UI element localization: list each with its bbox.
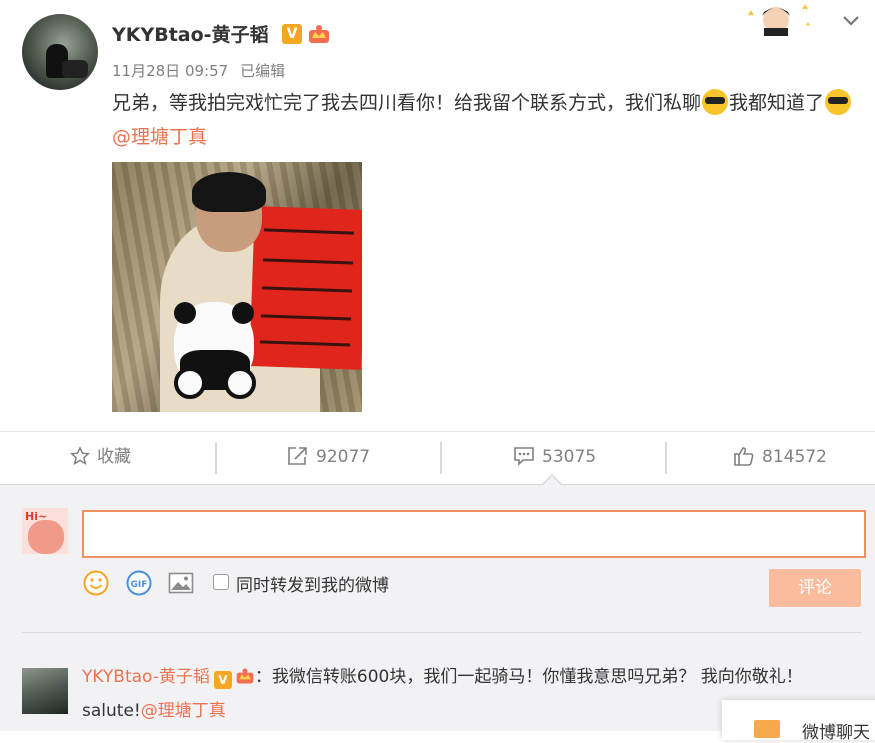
comment-count: 53075: [542, 447, 597, 467]
emoji-icon[interactable]: [83, 570, 109, 596]
divider: [215, 442, 217, 474]
repost-count: 92077: [316, 447, 371, 467]
weibo-chat-widget[interactable]: 微博聊天: [722, 700, 875, 743]
author-name[interactable]: YKYBtao-黄子韬: [112, 20, 269, 47]
post-actions-bar: 收藏 92077 53075 814572: [0, 431, 875, 485]
verified-badge-icon: V: [213, 671, 232, 689]
thumbs-up-icon: [734, 447, 754, 466]
post-text-tail: 我都知道了: [729, 92, 825, 114]
divider: [22, 632, 862, 633]
favorite-label: 收藏: [97, 447, 131, 467]
gif-icon[interactable]: GIF: [126, 570, 152, 596]
post-text: 兄弟，等我拍完戏忙完了我去四川看你！给我留个联系方式，我们私聊 我都知道了 @理塘丁…: [112, 86, 862, 154]
repost-button[interactable]: 92077: [287, 432, 370, 485]
post-date[interactable]: 11月28日 09:57: [112, 62, 228, 80]
cool-emoji-icon: [702, 89, 729, 115]
star-icon: [69, 446, 91, 466]
share-icon: [288, 447, 307, 465]
svg-text:GIF: GIF: [131, 580, 148, 590]
post-meta: 11月28日 09:57 已编辑: [112, 60, 285, 81]
like-count: 814572: [762, 447, 827, 467]
chat-label: 微博聊天: [802, 723, 870, 743]
like-button[interactable]: 814572: [733, 432, 827, 485]
favorite-button[interactable]: 收藏: [69, 432, 131, 485]
weibo-post: YKYBtao-黄子韬 V 11月28日 09:57 已编辑 兄弟，等我拍完戏忙完…: [0, 0, 875, 430]
post-photo[interactable]: [112, 162, 362, 412]
divider: [665, 442, 667, 474]
chevron-down-icon[interactable]: [842, 12, 860, 30]
submit-comment-button[interactable]: 评论: [769, 569, 861, 607]
cool-emoji-icon: [825, 89, 852, 115]
commenter-avatar[interactable]: [22, 668, 68, 714]
envelope-icon: [754, 720, 780, 738]
comment-icon: [514, 447, 534, 466]
post-text-main: 兄弟，等我拍完戏忙完了我去四川看你！给我留个联系方式，我们私聊: [112, 92, 702, 114]
comment-input[interactable]: [82, 510, 866, 558]
comment-mention-link[interactable]: @理塘丁真: [141, 701, 226, 721]
image-icon[interactable]: [168, 570, 194, 596]
divider: [440, 442, 442, 474]
commenter-name[interactable]: YKYBtao-黄子韬: [82, 667, 210, 687]
member-crown-icon: [309, 25, 329, 43]
tab-pointer: [543, 476, 561, 485]
forward-label[interactable]: 同时转发到我的微博: [236, 571, 389, 596]
my-avatar[interactable]: Hi~: [22, 508, 68, 554]
author-avatar[interactable]: [22, 14, 98, 90]
edited-label[interactable]: 已编辑: [240, 62, 285, 80]
verified-badge-icon: V: [282, 24, 302, 44]
decoration-icon: [748, 4, 810, 36]
forward-checkbox[interactable]: [213, 574, 229, 590]
member-crown-icon: [236, 668, 254, 684]
post-mention-link[interactable]: @理塘丁真: [112, 126, 207, 148]
